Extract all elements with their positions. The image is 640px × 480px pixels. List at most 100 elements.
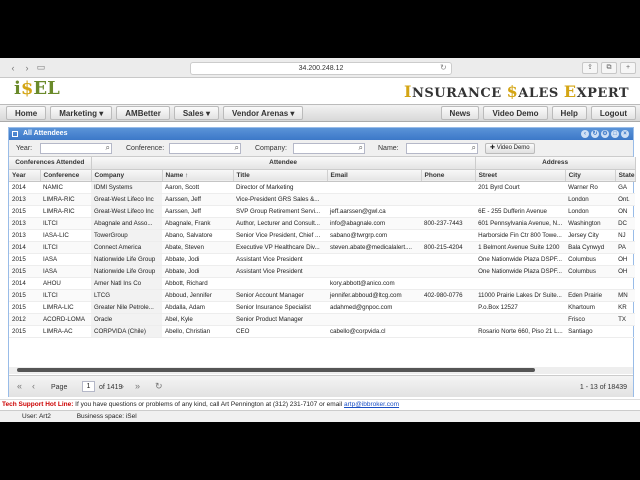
table-row[interactable]: 2014 AHOU Amer Natl Ins Co Abbott, Richard k…	[9, 277, 636, 290]
table-cell: 2013	[9, 193, 40, 206]
close-icon[interactable]: ×	[621, 130, 629, 138]
sidebar-icon[interactable]: ▭	[34, 62, 48, 73]
nav-news[interactable]: News	[440, 106, 480, 120]
column-header-conference[interactable]: Conference	[40, 169, 92, 182]
table-row[interactable]: 2013 LIMRA-RIC Great-West Lifeco Inc Aarsse…	[9, 193, 636, 206]
isel-logo[interactable]: i$EL	[14, 78, 60, 99]
table-row[interactable]: 2015 LIMRA-AC CORPVIDA (Chile) Abello, Chri…	[9, 325, 636, 338]
nav-home[interactable]: Home	[6, 106, 47, 120]
table-cell: LTCG	[91, 289, 163, 302]
table-cell: Aarssen, Jeff	[162, 193, 234, 206]
nav-sales[interactable]: Sales ▾	[173, 106, 219, 120]
table-cell	[475, 277, 566, 290]
table-row[interactable]: 2015 IASA Nationwide Life Group Abbate, Jod…	[9, 265, 636, 278]
table-cell: Assistant Vice President	[233, 265, 328, 278]
back-icon[interactable]: ‹	[6, 63, 20, 73]
column-header-phone[interactable]: Phone	[421, 169, 476, 182]
collapse-icon[interactable]: ‹	[581, 130, 589, 138]
conference-input[interactable]: ⌕	[169, 143, 241, 154]
table-cell: Eden Prairie	[565, 289, 616, 302]
table-cell: Executive VP Healthcare Div...	[233, 241, 328, 254]
search-icon[interactable]: ⌕	[235, 143, 239, 153]
table-cell: Abello, Christian	[162, 325, 234, 338]
search-icon[interactable]: ⌕	[106, 143, 110, 153]
table-cell: MN	[615, 289, 636, 302]
table-cell	[421, 193, 476, 206]
video-demo-button[interactable]: ✚ Video Demo	[485, 143, 535, 154]
settings-icon[interactable]: ⚙	[601, 130, 609, 138]
table-cell	[421, 205, 476, 218]
reload-icon[interactable]: ↻	[440, 63, 447, 72]
support-email-link[interactable]: artp@ibbroker.com	[344, 401, 399, 408]
url-bar[interactable]: 34.200.248.12	[190, 62, 452, 75]
nav-logout[interactable]: Logout	[590, 106, 636, 120]
table-cell: ILTCI	[40, 241, 92, 254]
table-row[interactable]: 2015 LIMRA-RIC Great-West Lifeco Inc Aarsse…	[9, 205, 636, 218]
table-row[interactable]: 2013 IASA-LIC TowerGroup Abano, Salvatore Se…	[9, 229, 636, 242]
tabs-icon[interactable]: ⧉	[601, 62, 617, 74]
column-header-company[interactable]: Company	[91, 169, 163, 182]
new-tab-icon[interactable]: +	[620, 62, 636, 74]
column-header-city[interactable]: City	[565, 169, 616, 182]
nav-marketing[interactable]: Marketing ▾	[50, 106, 113, 120]
table-cell	[475, 193, 566, 206]
table-cell: 6E - 255 Dufferin Avenue	[475, 205, 566, 218]
scrollbar-thumb[interactable]	[17, 368, 535, 372]
table-cell: Abano, Salvatore	[162, 229, 234, 242]
table-cell: GA	[615, 181, 636, 194]
table-cell	[615, 325, 636, 338]
maximize-icon[interactable]: □	[611, 130, 619, 138]
table-cell: Abate, Steven	[162, 241, 234, 254]
grid-icon	[12, 131, 18, 137]
status-bar: User: Art2 Business space: iSel	[0, 410, 640, 422]
nav-vendorarenas[interactable]: Vendor Arenas ▾	[222, 106, 304, 120]
last-page-icon[interactable]: »	[135, 381, 140, 391]
table-cell: 402-980-0776	[421, 289, 476, 302]
column-header-state[interactable]: State	[615, 169, 636, 182]
page-number-input[interactable]: 1	[82, 381, 95, 392]
year-input[interactable]: ⌕	[40, 143, 112, 154]
prev-page-icon[interactable]: ‹	[32, 381, 35, 391]
table-row[interactable]: 2014 ILTCI Connect America Abate, Steven Exe…	[9, 241, 636, 254]
column-header-year[interactable]: Year	[9, 169, 41, 182]
table-cell	[327, 265, 422, 278]
table-row[interactable]: 2014 NAMIC IDMI Systems Aaron, Scott Directo…	[9, 181, 636, 194]
column-header-title[interactable]: Title	[233, 169, 328, 182]
table-cell: Director of Marketing	[233, 181, 328, 194]
search-icon[interactable]: ⌕	[359, 143, 363, 153]
name-input[interactable]: ⌕	[406, 143, 478, 154]
table-row[interactable]: 2015 ILTCI LTCG Abboud, Jennifer Senior Acco…	[9, 289, 636, 302]
table-cell: 2014	[9, 277, 40, 290]
company-input[interactable]: ⌕	[293, 143, 365, 154]
table-row[interactable]: 2012 ACORD-LOMA Oracle Abel, Kyle Senior Pro…	[9, 313, 636, 326]
table-row[interactable]: 2015 LIMRA-LIC Greater Nile Petrole... Abda…	[9, 301, 636, 314]
first-page-icon[interactable]: «	[17, 381, 22, 391]
table-row[interactable]: 2015 IASA Nationwide Life Group Abbate, Jod…	[9, 253, 636, 266]
group-header-conferences: Conferences Attended	[9, 157, 92, 170]
nav-ambetter[interactable]: AMBetter	[116, 106, 170, 120]
horizontal-scrollbar[interactable]	[9, 367, 633, 374]
table-cell: 2014	[9, 181, 40, 194]
table-cell: 201 Byrd Court	[475, 181, 566, 194]
table-cell: 2013	[9, 229, 40, 242]
nav-videodemo[interactable]: Video Demo	[483, 106, 548, 120]
column-header-street[interactable]: Street	[475, 169, 566, 182]
table-cell: 11000 Prairie Lakes Dr Suite...	[475, 289, 566, 302]
forward-icon[interactable]: ›	[20, 63, 34, 73]
refresh-icon[interactable]: ↻	[155, 381, 163, 392]
table-cell: Great-West Lifeco Inc	[91, 193, 163, 206]
next-page-icon[interactable]: ›	[121, 381, 124, 391]
share-icon[interactable]: ⇪	[582, 62, 598, 74]
nav-help[interactable]: Help	[551, 106, 587, 120]
search-icon[interactable]: ⌕	[472, 143, 476, 153]
column-header-name[interactable]: Name ↑	[162, 169, 234, 182]
table-cell: Abel, Kyle	[162, 313, 234, 326]
table-row[interactable]: 2013 ILTCI Abagnale and Asso... Abagnale, F…	[9, 217, 636, 230]
table-cell: OH	[615, 253, 636, 266]
table-cell: Vice-President GRS Sales &...	[233, 193, 328, 206]
table-cell: Bala Cynwyd	[565, 241, 616, 254]
column-header-email[interactable]: Email	[327, 169, 422, 182]
table-cell: 2015	[9, 265, 40, 278]
table-cell: Khartoum	[565, 301, 616, 314]
refresh-icon[interactable]: ↻	[591, 130, 599, 138]
